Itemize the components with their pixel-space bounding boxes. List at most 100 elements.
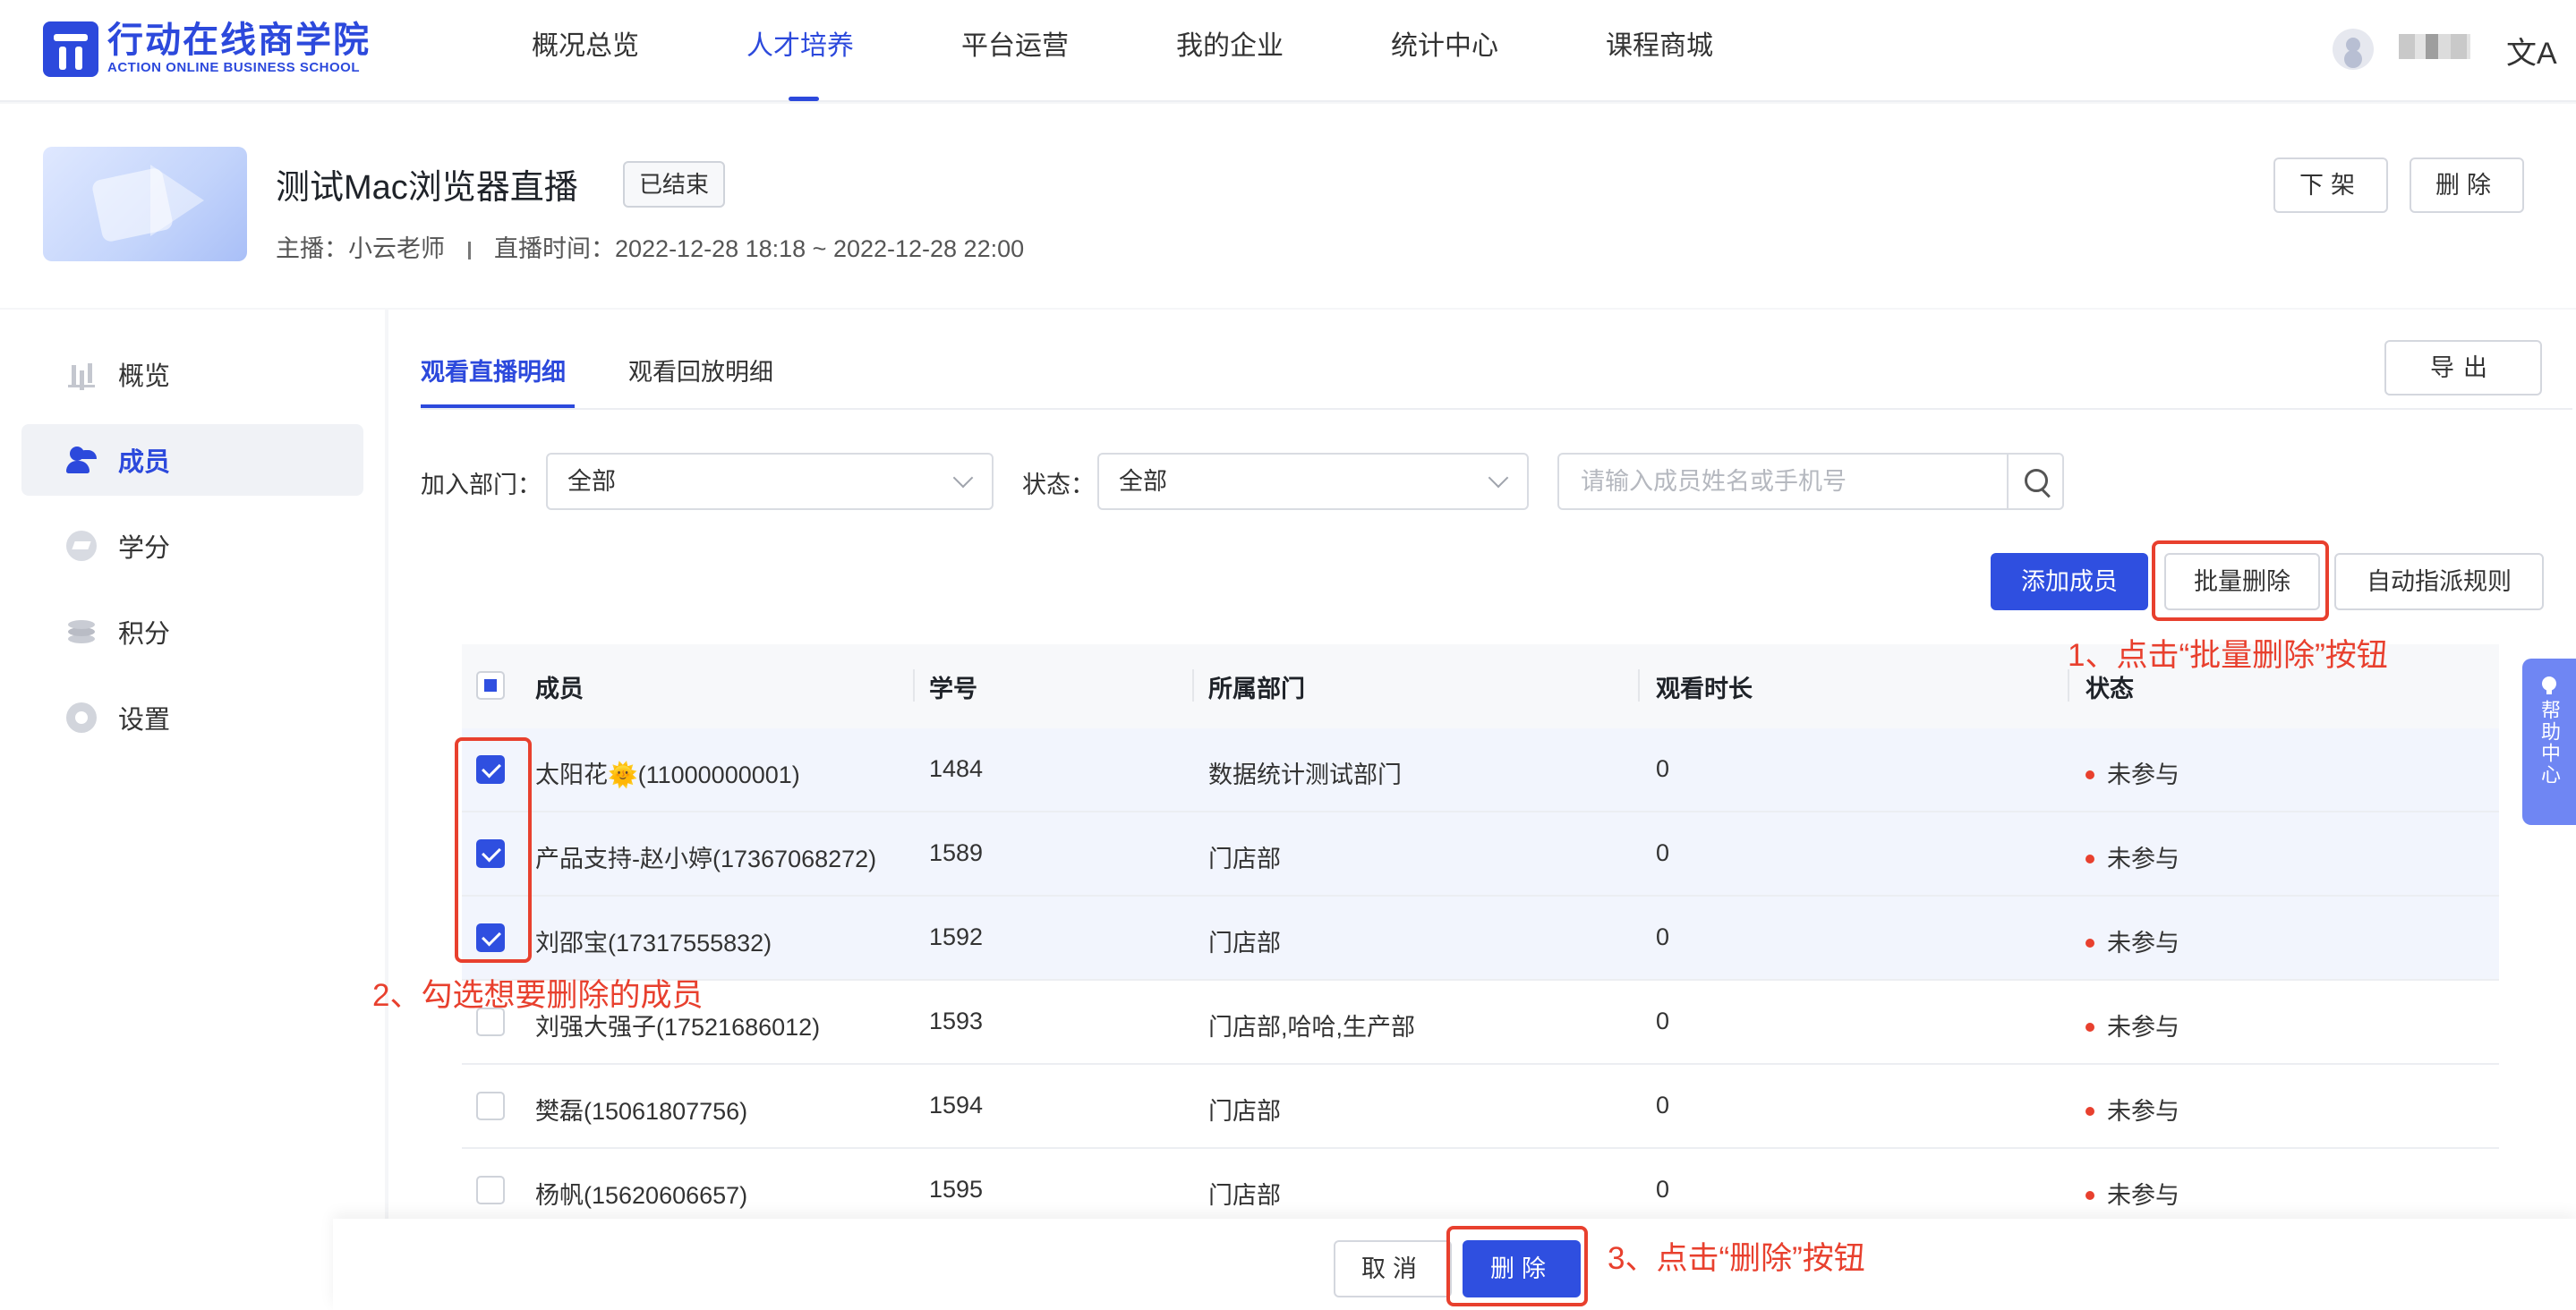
delete-course-button[interactable]: 删除 [2410,157,2524,213]
tab-live-detail[interactable]: 观看直播明细 [421,353,566,387]
avatar[interactable] [2333,29,2374,70]
tab-active-indicator [421,404,575,408]
status-dot-icon [2086,854,2094,863]
status-dot-icon [2086,1190,2094,1200]
add-member-button[interactable]: 添加成员 [1991,553,2148,610]
col-divider [1638,669,1640,702]
users-icon [66,445,97,475]
member-dept: 门店部 [1208,1098,1281,1125]
member-status: 未参与 [2086,1092,2179,1127]
chevron-down-icon [1488,467,1509,489]
annotation-box-checkboxes [455,737,532,963]
sidebar-item-label: 成员 [118,448,171,477]
member-id: 1593 [929,1008,984,1034]
live-time: 2022-12-28 18:18 ~ 2022-12-28 22:00 [615,235,1025,262]
offline-button[interactable]: 下架 [2273,157,2388,213]
member-name: 刘邵宝(17317555832) [535,930,772,957]
chevron-down-icon [952,467,974,489]
watch-duration: 0 [1656,839,1670,866]
cancel-button[interactable]: 取消 [1334,1240,1452,1297]
member-id: 1484 [929,755,984,782]
auto-assign-button[interactable]: 自动指派规则 [2334,553,2544,610]
tab-replay-detail[interactable]: 观看回放明细 [628,353,773,387]
chart-icon [66,359,97,389]
help-center-label: 帮助中心 [2538,700,2561,786]
sidebar-item-label: 概览 [118,362,171,391]
status-text: 未参与 [2107,1182,2179,1209]
col-member: 成员 [535,676,584,702]
sidebar-item-label: 积分 [118,620,171,649]
status-select-value: 全部 [1119,468,1167,495]
dept-filter-label: 加入部门： [421,472,542,498]
time-label: 直播时间： [494,235,615,262]
status-select[interactable]: 全部 [1097,453,1529,510]
search-input[interactable]: 请输入成员姓名或手机号 [1557,453,2009,510]
sidebar-item-overview[interactable]: 概览 [21,338,363,410]
col-divider [1192,669,1194,702]
row-checkbox[interactable] [476,1176,505,1204]
dept-select-value: 全部 [567,468,616,495]
col-duration: 观看时长 [1656,676,1753,702]
col-id: 学号 [929,676,977,702]
status-text: 未参与 [2107,761,2179,788]
sidebar-item-credits[interactable]: 学分 [21,510,363,582]
member-name: 樊磊(15061807756) [535,1098,748,1125]
dept-select[interactable]: 全部 [546,453,994,510]
sidebar-item-settings[interactable]: 设置 [21,682,363,753]
nav-item-statistics[interactable]: 统计中心 [1391,27,1498,66]
course-meta: 主播：小云老师 直播时间：2022-12-28 18:18 ~ 2022-12-2… [276,229,1024,264]
table-row[interactable]: 太阳花🌞(11000000001) 1484 数据统计测试部门 0 未参与 [462,728,2499,812]
brand-logo[interactable]: 行动在线商学院 ACTION ONLINE BUSINESS SCHOOL [43,21,371,77]
status-dot-icon [2086,770,2094,779]
member-status: 未参与 [2086,839,2179,874]
annotation-box-delete [1446,1226,1588,1306]
annotation-step2: 2、勾选想要删除的成员 [372,978,704,1013]
nav-item-mall[interactable]: 课程商城 [1606,27,1713,66]
host-name: 小云老师 [348,235,445,262]
table-row[interactable]: 产品支持-赵小婷(17367068272) 1589 门店部 0 未参与 [462,812,2499,897]
host-label: 主播： [276,235,348,262]
nav-item-operations[interactable]: 平台运营 [961,27,1069,66]
graduation-cap-icon [66,531,97,561]
sidebar-item-points[interactable]: 积分 [21,596,363,668]
nav-item-talent[interactable]: 人才培养 [746,27,854,66]
help-center-tab[interactable]: 帮助中心 [2522,659,2576,825]
watch-duration: 0 [1656,1092,1670,1119]
watch-duration: 0 [1656,1008,1670,1034]
course-cover-image [43,147,247,261]
brand-name-cn: 行动在线商学院 [107,21,371,60]
search-button[interactable] [2007,453,2064,510]
meta-divider [468,241,471,259]
member-dept: 门店部,哈哈,生产部 [1208,1014,1416,1041]
top-nav: 行动在线商学院 ACTION ONLINE BUSINESS SCHOOL 概况… [0,0,2576,102]
row-checkbox[interactable] [476,1092,505,1120]
username-blurred[interactable] [2399,34,2470,59]
member-status: 未参与 [2086,755,2179,790]
table-row[interactable]: 刘强大强子(17521686012) 1593 门店部,哈哈,生产部 0 未参与 [462,981,2499,1065]
member-dept: 门店部 [1208,846,1281,872]
nav-item-enterprise[interactable]: 我的企业 [1176,27,1284,66]
status-text: 未参与 [2107,1014,2179,1041]
coins-icon [66,617,97,647]
nav-item-overview[interactable]: 概况总览 [532,27,639,66]
table-row[interactable]: 刘邵宝(17317555832) 1592 门店部 0 未参与 [462,897,2499,981]
annotation-step1: 1、点击“批量删除”按钮 [2068,638,2388,673]
sidebar-item-label: 设置 [118,706,171,735]
member-dept: 门店部 [1208,930,1281,957]
member-id: 1592 [929,923,984,950]
sidebar-item-label: 学分 [118,534,171,563]
logo-mark-icon [43,21,98,77]
sidebar-item-members[interactable]: 成员 [21,424,363,496]
annotation-box-batch-delete [2152,540,2329,621]
table-row[interactable]: 樊磊(15061807756) 1594 门店部 0 未参与 [462,1065,2499,1149]
member-status: 未参与 [2086,1008,2179,1042]
member-name: 太阳花🌞(11000000001) [535,761,800,788]
status-dot-icon [2086,938,2094,948]
language-icon[interactable]: 文A [2506,29,2557,72]
status-text: 未参与 [2107,1098,2179,1125]
select-all-checkbox[interactable] [476,671,505,700]
course-header: 测试Mac浏览器直播 已结束 主播：小云老师 直播时间：2022-12-28 18… [0,104,2576,308]
col-divider [913,669,915,702]
export-button[interactable]: 导出 [2384,340,2542,396]
status-dot-icon [2086,1106,2094,1116]
